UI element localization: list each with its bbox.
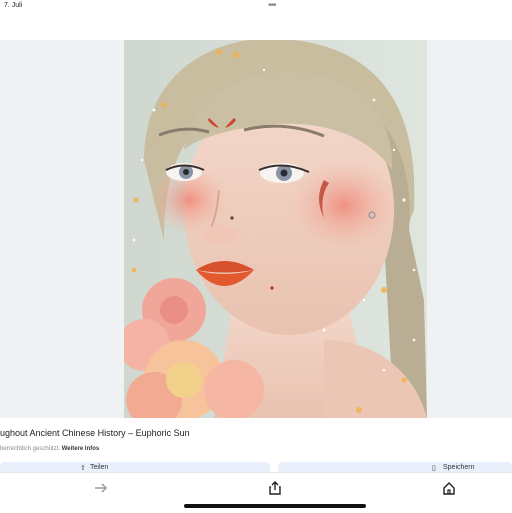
action-row: ⇧ Teilen ▯ Speichern (0, 462, 512, 472)
top-margin (0, 16, 512, 40)
post-title: ughout Ancient Chinese History – Euphori… (0, 428, 190, 438)
status-date: 7. Juli (4, 2, 23, 9)
post-photo[interactable] (124, 40, 427, 418)
more-options-dots[interactable]: ••• (268, 0, 276, 11)
share-icon[interactable] (268, 481, 282, 495)
more-info-link[interactable]: Weitere Infos (62, 446, 100, 452)
home-indicator[interactable] (184, 504, 366, 508)
share-upload-icon: ⇧ (80, 465, 86, 472)
portrait-image (124, 40, 427, 418)
save-button[interactable]: ▯ Speichern (278, 462, 512, 472)
copyright-notice: berrechtlich geschützt. Weitere Infos (0, 446, 99, 452)
share-button[interactable]: ⇧ Teilen (0, 462, 270, 472)
share-label: Teilen (90, 464, 109, 471)
bookmark-icon: ▯ (432, 465, 436, 472)
copyright-text: berrechtlich geschützt. (0, 446, 61, 452)
home-icon[interactable] (442, 481, 456, 495)
status-bar: 7. Juli ••• (0, 0, 512, 16)
forward-arrow-icon[interactable] (94, 481, 108, 495)
save-label: Speichern (443, 464, 475, 471)
